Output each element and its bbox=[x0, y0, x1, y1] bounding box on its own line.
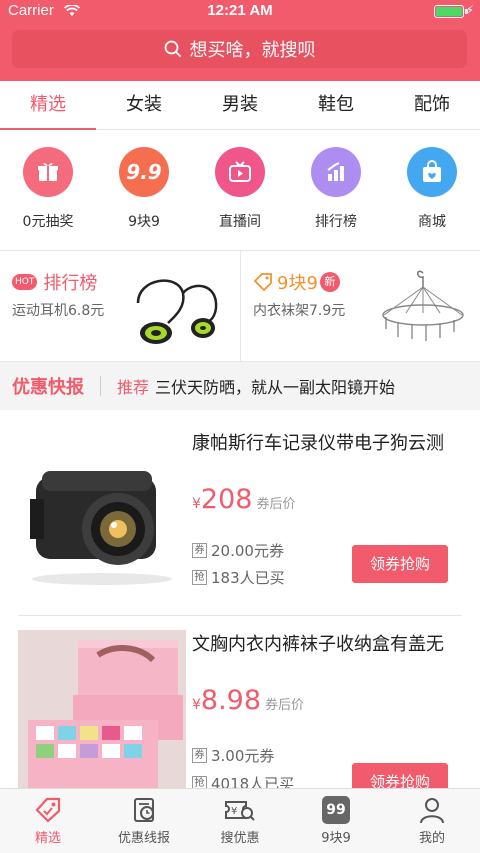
coupon-info: 券 3.00元券 bbox=[192, 745, 274, 766]
tab-shoes-bags[interactable]: 鞋包 bbox=[288, 81, 384, 129]
news-title: 优惠快报 bbox=[12, 377, 84, 398]
coupon-icon: 券 bbox=[192, 543, 207, 558]
nav-deals[interactable]: 优惠线报 bbox=[96, 789, 192, 853]
coupon-text: 3.00元券 bbox=[211, 747, 275, 765]
promo-title: 排行榜 bbox=[43, 273, 98, 294]
search-coupon-icon: ¥ bbox=[192, 795, 288, 825]
promo-nine-nine[interactable]: 9块9 新 内衣袜架7.9元 bbox=[240, 251, 480, 361]
status-bar: Carrier 12:21 AM ⚡ bbox=[0, 0, 480, 22]
product-list[interactable]: 康帕斯行车记录仪带电子狗云测 ¥208 券后价 券 20.00元券 抢 183人已… bbox=[0, 410, 480, 788]
news-text: 三伏天防晒，就从一副太阳镜开始 bbox=[155, 378, 396, 397]
promo-title-row: HOT 排行榜 bbox=[12, 269, 97, 295]
news-bar[interactable]: 优惠快报 推荐 三伏天防晒，就从一副太阳镜开始 bbox=[0, 362, 480, 410]
category-tabs: 精选 女装 男装 鞋包 配饰 bbox=[0, 81, 480, 130]
clock: 12:21 AM bbox=[207, 2, 273, 19]
nav-label: 9块9 bbox=[321, 831, 351, 846]
tab-women[interactable]: 女装 bbox=[96, 81, 192, 129]
promo-subtitle: 运动耳机6.8元 bbox=[12, 303, 105, 319]
sold-info: 抢 183人已买 bbox=[192, 567, 285, 588]
currency-symbol: ¥ bbox=[192, 496, 201, 512]
product-image-storage-box bbox=[18, 630, 186, 788]
new-badge: 新 bbox=[319, 272, 340, 292]
news-tag: 推荐 bbox=[117, 378, 150, 397]
quick-item-live[interactable]: 直播间 bbox=[192, 131, 288, 249]
hot-badge: HOT bbox=[12, 274, 38, 290]
promo-subtitle: 内衣袜架7.9元 bbox=[253, 303, 346, 319]
get-coupon-button[interactable]: 领券抢购 bbox=[352, 763, 448, 788]
grab-icon: 抢 bbox=[192, 570, 207, 585]
product-card[interactable]: 康帕斯行车记录仪带电子狗云测 ¥208 券后价 券 20.00元券 抢 183人已… bbox=[0, 410, 480, 615]
product-image-dashcam bbox=[18, 429, 186, 597]
search-icon bbox=[164, 40, 181, 58]
tab-accessories[interactable]: 配饰 bbox=[384, 81, 480, 129]
bottom-nav: 精选 优惠线报 ¥ 搜优惠 99 9块9 我的 bbox=[0, 788, 480, 853]
battery-icon bbox=[434, 5, 468, 18]
sold-text: 4018人已买 bbox=[211, 775, 295, 788]
clock-doc-icon bbox=[96, 795, 192, 825]
quick-entry-row: 0元抽奖 9.9 9块9 直播间 排行榜 商城 bbox=[0, 131, 480, 249]
nav-search-deals[interactable]: ¥ 搜优惠 bbox=[192, 789, 288, 853]
sold-text: 183人已买 bbox=[211, 569, 285, 587]
charging-icon: ⚡ bbox=[465, 3, 474, 17]
quick-label: 商城 bbox=[418, 214, 446, 230]
price-note: 券后价 bbox=[265, 698, 305, 713]
quick-label: 0元抽奖 bbox=[22, 214, 74, 230]
grab-icon: 抢 bbox=[192, 776, 207, 788]
product-price: ¥8.98 券后价 bbox=[192, 685, 304, 716]
coupon-info: 券 20.00元券 bbox=[192, 540, 284, 561]
nav-label: 我的 bbox=[418, 831, 445, 846]
quick-item-lottery[interactable]: 0元抽奖 bbox=[0, 131, 96, 249]
coupon-icon: 券 bbox=[192, 748, 207, 763]
tag-icon bbox=[0, 795, 96, 825]
nav-label: 搜优惠 bbox=[220, 831, 260, 846]
quick-item-ranking[interactable]: 排行榜 bbox=[288, 131, 384, 249]
person-icon bbox=[384, 795, 480, 825]
gift-icon bbox=[23, 147, 73, 197]
tv-icon bbox=[215, 147, 265, 197]
price-value: 8.98 bbox=[200, 685, 262, 716]
shopping-bag-icon bbox=[407, 147, 457, 197]
product-name[interactable]: 文胸内衣内裤袜子收纳盒有盖无 bbox=[192, 630, 448, 656]
nav-nine-nine[interactable]: 99 9块9 bbox=[288, 789, 384, 853]
quick-item-9-9[interactable]: 9.9 9块9 bbox=[96, 131, 192, 249]
ranking-icon bbox=[311, 147, 361, 197]
divider bbox=[100, 376, 101, 396]
promo-title: 9块9 bbox=[277, 273, 318, 294]
nav-me[interactable]: 我的 bbox=[384, 789, 480, 853]
product-price: ¥208 券后价 bbox=[192, 484, 295, 515]
search-placeholder: 想买啥，就搜呗 bbox=[189, 40, 316, 61]
tab-featured[interactable]: 精选 bbox=[0, 81, 96, 130]
earphones-image bbox=[136, 279, 218, 344]
nine-nine-icon: 99 bbox=[288, 795, 384, 825]
search-bar[interactable]: 想买啥，就搜呗 bbox=[12, 30, 467, 68]
quick-label: 直播间 bbox=[219, 214, 261, 230]
get-coupon-button[interactable]: 领券抢购 bbox=[352, 545, 448, 583]
quick-label: 排行榜 bbox=[315, 214, 357, 230]
hanger-image bbox=[382, 270, 464, 341]
product-name[interactable]: 康帕斯行车记录仪带电子狗云测 bbox=[192, 429, 448, 455]
quick-item-mall[interactable]: 商城 bbox=[384, 131, 480, 249]
quick-label: 9块9 bbox=[128, 214, 160, 230]
nav-label: 精选 bbox=[34, 831, 61, 846]
nav-featured[interactable]: 精选 bbox=[0, 789, 96, 853]
tab-men[interactable]: 男装 bbox=[192, 81, 288, 129]
sold-info: 抢 4018人已买 bbox=[192, 773, 294, 788]
promo-row: HOT 排行榜 运动耳机6.8元 9块9 新 内衣袜架7.9元 bbox=[0, 250, 480, 362]
svg-text:¥: ¥ bbox=[231, 806, 237, 817]
price-value: 208 bbox=[200, 484, 253, 515]
nine-nine-icon: 9.9 bbox=[119, 147, 169, 197]
tag-icon bbox=[253, 273, 272, 291]
currency-symbol: ¥ bbox=[192, 697, 201, 713]
price-note: 券后价 bbox=[256, 497, 296, 512]
promo-title-row: 9块9 新 bbox=[253, 269, 340, 295]
nav-label: 优惠线报 bbox=[117, 831, 170, 846]
promo-ranking[interactable]: HOT 排行榜 运动耳机6.8元 bbox=[0, 251, 240, 361]
coupon-text: 20.00元券 bbox=[211, 542, 284, 560]
header: Carrier 12:21 AM ⚡ 想买啥，就搜呗 bbox=[0, 0, 480, 81]
product-card[interactable]: 文胸内衣内裤袜子收纳盒有盖无 ¥8.98 券后价 券 3.00元券 抢 4018人… bbox=[0, 611, 480, 788]
